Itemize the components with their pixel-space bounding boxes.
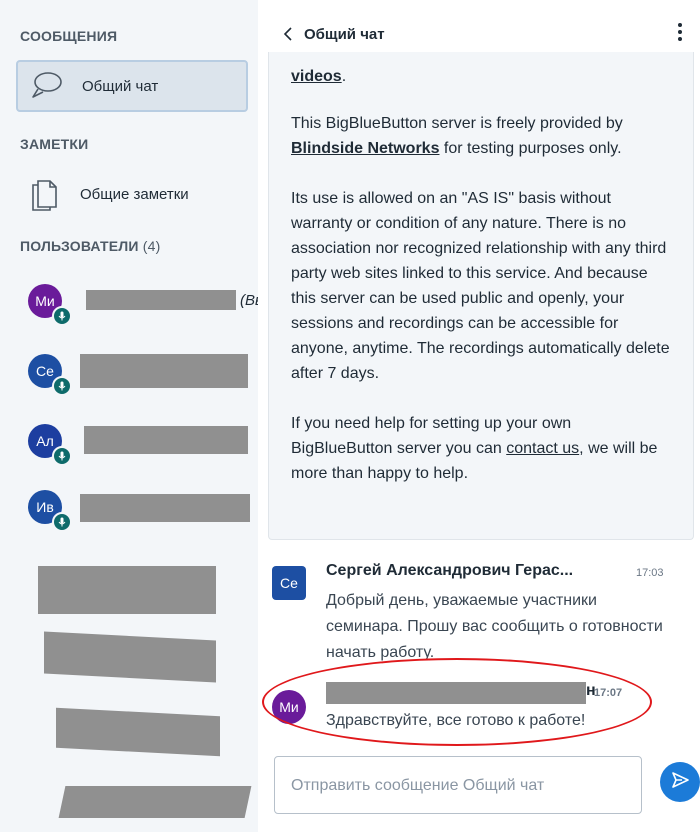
send-button[interactable]	[660, 762, 700, 802]
user-list-item[interactable]: Ми (Вы)	[28, 284, 258, 326]
chat-title[interactable]: Общий чат	[304, 26, 385, 43]
contact-us-link[interactable]: contact us	[506, 440, 579, 457]
sidebar-item-shared-notes[interactable]: Общие заметки	[16, 168, 248, 220]
microphone-icon	[52, 512, 72, 532]
redaction-block	[56, 707, 220, 757]
message-time: 17:03	[636, 567, 664, 579]
chat-message: Се Сергей Александрович Герас... 17:03 Д…	[272, 562, 692, 662]
highlight-annotation	[262, 658, 652, 746]
public-chat-label: Общий чат	[82, 77, 159, 95]
avatar: Се	[272, 566, 306, 600]
redacted-user-name	[86, 290, 236, 310]
message-composer[interactable]	[274, 756, 642, 815]
redaction-block	[44, 631, 216, 683]
message-text: Добрый день, уважаемые участники семинар…	[326, 592, 663, 661]
redaction-block	[58, 786, 252, 818]
users-count: (4)	[142, 238, 161, 254]
user-list-item[interactable]: Се	[28, 354, 258, 396]
chat-panel: Общий чат videos. This BigBlueButton ser…	[258, 0, 700, 832]
welcome-p1-text: This BigBlueButton server is freely prov…	[291, 115, 623, 132]
user-list-item[interactable]: Ал	[28, 424, 258, 466]
message-sender: Сергей Александрович Герас...	[326, 562, 574, 579]
redaction-block	[38, 566, 216, 614]
shared-notes-label: Общие заметки	[80, 185, 189, 203]
welcome-message: videos. This BigBlueButton server is fre…	[268, 52, 694, 540]
microphone-icon	[52, 376, 72, 396]
welcome-p2-text: Its use is allowed on an "AS IS" basis w…	[291, 190, 670, 382]
chevron-left-icon[interactable]	[282, 26, 294, 47]
redacted-user-name	[80, 354, 248, 388]
users-title-text: ПОЛЬЗОВАТЕЛИ	[20, 238, 139, 254]
messages-section-title: СООБЩЕНИЯ	[20, 28, 118, 44]
chat-bubble-icon	[24, 66, 68, 106]
redacted-user-name	[80, 494, 250, 522]
users-section-title: ПОЛЬЗОВАТЕЛИ (4)	[20, 238, 160, 254]
you-label: (Вы)	[240, 292, 258, 309]
user-list-item[interactable]: Ив	[28, 490, 258, 532]
send-icon	[670, 770, 690, 795]
redacted-user-name	[84, 426, 248, 454]
microphone-icon	[52, 306, 72, 326]
welcome-line0-tail: .	[341, 68, 347, 85]
sidebar-item-public-chat[interactable]: Общий чат	[16, 60, 248, 112]
vertical-dots-icon[interactable]	[676, 22, 684, 47]
document-icon	[22, 174, 66, 214]
videos-link[interactable]: videos	[291, 68, 342, 85]
welcome-p1-tail: for testing purposes only.	[439, 140, 622, 157]
microphone-icon	[52, 446, 72, 466]
sidebar: СООБЩЕНИЯ Общий чат ЗАМЕТКИ Общие заметк…	[0, 0, 258, 832]
message-input[interactable]	[289, 757, 633, 815]
blindside-networks-link[interactable]: Blindside Networks	[291, 140, 439, 157]
notes-section-title: ЗАМЕТКИ	[20, 136, 89, 152]
